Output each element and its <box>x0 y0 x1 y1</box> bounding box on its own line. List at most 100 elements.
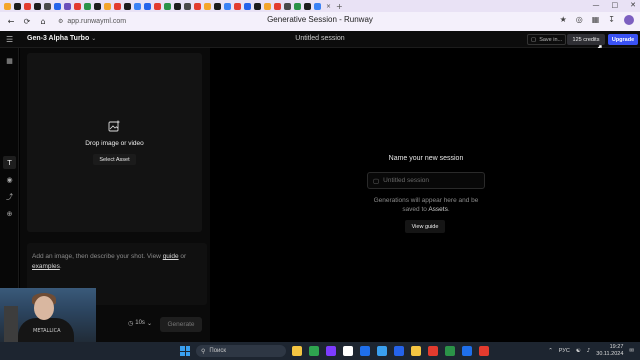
browser-tab-favicon[interactable] <box>184 2 191 10</box>
taskbar-app-icon[interactable] <box>462 346 472 356</box>
duration-value: 10s <box>135 320 145 326</box>
globe-icon[interactable]: ◎ <box>576 15 583 25</box>
browser-tab-favicon[interactable] <box>124 2 131 10</box>
browser-tab-favicon[interactable] <box>154 2 161 10</box>
browser-tab-favicon[interactable] <box>304 2 311 10</box>
home-icon[interactable]: ⌂ <box>38 17 48 26</box>
taskbar-app-icon[interactable] <box>292 346 302 356</box>
taskbar-app-icon[interactable] <box>360 346 370 356</box>
view-guide-button[interactable]: View guide <box>405 220 445 233</box>
taskbar-app-icon[interactable] <box>411 346 421 356</box>
browser-tab-favicon[interactable] <box>144 2 151 10</box>
browser-tab-favicon[interactable] <box>4 2 11 10</box>
chevron-down-icon: ⌄ <box>91 35 97 42</box>
browser-tab-favicon[interactable] <box>74 2 81 10</box>
browser-tab-favicon[interactable] <box>24 2 31 10</box>
site-info-icon[interactable]: ⚙ <box>58 18 63 25</box>
taskbar-app-icon[interactable] <box>343 346 353 356</box>
taskbar-app-icon[interactable] <box>428 346 438 356</box>
extensions-icon[interactable]: ▦ <box>592 15 600 25</box>
close-tab-icon[interactable]: × <box>326 3 331 10</box>
address-bar: ← ⟳ ⌂ ⚙ app.runwayml.com Generative Sess… <box>0 12 640 31</box>
browser-tab-favicon[interactable] <box>54 2 61 10</box>
menu-icon[interactable]: ☰ <box>6 35 13 44</box>
browser-tab-favicon[interactable] <box>254 2 261 10</box>
bookmark-icon[interactable]: ★ <box>560 15 567 25</box>
upgrade-button[interactable]: Upgrade <box>608 34 638 45</box>
close-window-icon[interactable]: ✕ <box>630 1 636 9</box>
browser-tab-favicon[interactable] <box>134 2 141 10</box>
examples-link[interactable]: examples <box>32 263 60 270</box>
select-asset-button[interactable]: Select Asset <box>93 154 136 165</box>
volume-icon[interactable]: ♪ <box>587 348 591 354</box>
text-tool-icon[interactable]: T <box>3 156 16 169</box>
browser-tab-favicon[interactable] <box>214 2 221 10</box>
maximize-icon[interactable]: □ <box>612 1 619 9</box>
clock-time: 19:27 <box>609 344 624 350</box>
browser-tab-favicon[interactable] <box>14 2 21 10</box>
model-selector[interactable]: Gen-3 Alpha Turbo ⌄ <box>27 35 96 42</box>
back-icon[interactable]: ← <box>6 17 16 26</box>
model-name: Gen-3 Alpha Turbo <box>27 35 90 42</box>
browser-tab-favicon[interactable] <box>294 2 301 10</box>
add-image-icon <box>108 120 120 132</box>
browser-tab-favicon[interactable] <box>224 2 231 10</box>
generate-button[interactable]: Generate <box>160 317 202 332</box>
prompt-text-3: . <box>59 263 62 270</box>
chevron-down-icon: ⌄ <box>146 320 152 327</box>
browser-tab-favicon[interactable] <box>204 2 211 10</box>
windows-start-icon[interactable] <box>180 346 190 356</box>
browser-tab-favicon[interactable] <box>314 2 321 10</box>
browser-tab-favicon[interactable] <box>114 2 121 10</box>
taskbar-app-icon[interactable] <box>326 346 336 356</box>
browser-tab-favicon[interactable] <box>194 2 201 10</box>
browser-tab-favicon[interactable] <box>104 2 111 10</box>
language-indicator[interactable]: РУС <box>559 348 570 354</box>
browser-tab-favicon[interactable] <box>174 2 181 10</box>
taskbar-apps <box>292 346 489 356</box>
browser-tab-favicon[interactable] <box>44 2 51 10</box>
url-field[interactable]: ⚙ app.runwayml.com <box>58 15 126 28</box>
browser-toolbar-right: ★ ◎ ▦ ↧ <box>560 15 634 25</box>
browser-tab-favicon[interactable] <box>284 2 291 10</box>
browser-tab-favicon[interactable] <box>234 2 241 10</box>
webcam-person-head <box>34 296 54 320</box>
clock-icon: ◷ <box>128 320 134 327</box>
taskbar-app-icon[interactable] <box>309 346 319 356</box>
browser-tab-favicon[interactable] <box>164 2 171 10</box>
taskbar-app-icon[interactable] <box>394 346 404 356</box>
session-name-input[interactable]: ▢ Untitled session <box>367 172 485 189</box>
folder-icon: ▢ <box>373 176 380 185</box>
taskbar-clock[interactable]: 19:27 30.11.2024 <box>596 344 623 358</box>
taskbar-app-icon[interactable] <box>377 346 387 356</box>
webcam-chair <box>4 306 18 344</box>
downloads-icon[interactable]: ↧ <box>608 15 615 25</box>
motion-brush-icon[interactable]: ⤴ <box>3 190 16 203</box>
browser-tab-favicon[interactable] <box>244 2 251 10</box>
assets-link[interactable]: Assets <box>428 206 448 213</box>
camera-icon[interactable]: ◉ <box>3 173 16 186</box>
minimize-icon[interactable]: — <box>593 1 600 9</box>
notifications-icon[interactable]: ✉ <box>629 348 634 354</box>
taskbar-app-icon[interactable] <box>445 346 455 356</box>
wifi-icon[interactable]: ☯ <box>576 348 581 354</box>
reload-icon[interactable]: ⟳ <box>22 17 32 26</box>
browser-tab-favicon[interactable] <box>274 2 281 10</box>
browser-tab-favicon[interactable] <box>94 2 101 10</box>
assets-icon[interactable]: ▦ <box>3 54 16 67</box>
taskbar-app-icon[interactable] <box>479 346 489 356</box>
browser-tab-favicon[interactable] <box>34 2 41 10</box>
duration-selector[interactable]: ◷ 10s ⌄ <box>128 320 152 327</box>
browser-tab-favicon[interactable] <box>64 2 71 10</box>
webcam-overlay: METALLICA <box>0 288 96 344</box>
new-tab-icon[interactable]: + <box>336 2 343 11</box>
profile-avatar[interactable] <box>624 15 634 25</box>
browser-tab-favicon[interactable] <box>264 2 271 10</box>
browser-tab-favicon[interactable] <box>84 2 91 10</box>
chevron-up-icon[interactable]: ⌃ <box>548 348 553 354</box>
save-in-button[interactable]: ▢ Save in... <box>527 34 567 45</box>
add-icon[interactable]: ⊕ <box>3 207 16 220</box>
taskbar-search[interactable]: ⚲ Поиск <box>196 345 286 357</box>
session-name-placeholder: Untitled session <box>383 177 430 184</box>
guide-link[interactable]: guide <box>163 253 179 260</box>
